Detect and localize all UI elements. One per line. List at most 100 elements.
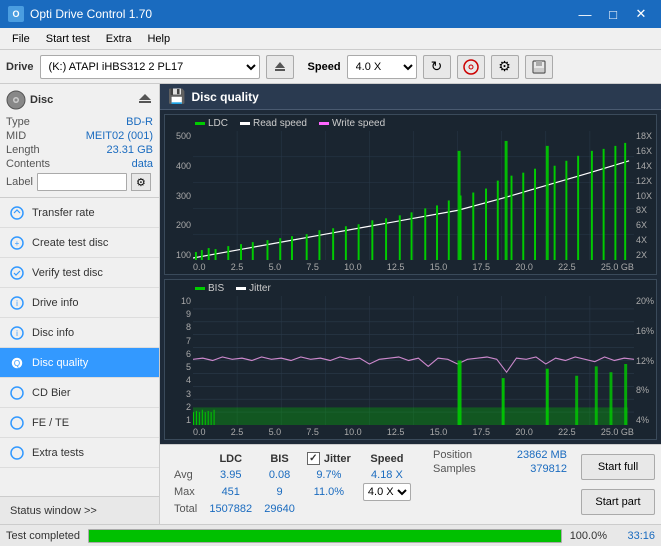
jitter-checkbox[interactable]: ✓ (307, 452, 320, 465)
svg-text:i: i (16, 299, 18, 308)
sidebar-item-verify-test-disc[interactable]: Verify test disc (0, 258, 159, 288)
app-icon: O (8, 6, 24, 22)
stats-table-area: LDC BIS ✓ Jitter Speed (160, 445, 425, 524)
total-label: Total (168, 502, 203, 516)
sidebar-item-create-test-disc[interactable]: + Create test disc (0, 228, 159, 258)
write-speed-legend-dot (319, 122, 329, 125)
jitter-legend-item: Jitter (236, 283, 271, 294)
write-speed-legend-item: Write speed (319, 118, 385, 129)
position-area: Position 23862 MB Samples 379812 (425, 445, 575, 524)
disc-type-value: BD-R (126, 116, 153, 128)
ldc-legend-label: LDC (208, 118, 228, 129)
ldc-chart-svg (193, 131, 634, 260)
title-bar: O Opti Drive Control 1.70 — □ ✕ (0, 0, 661, 28)
disc-length-row: Length 23.31 GB (6, 144, 153, 156)
sidebar-item-extra-tests[interactable]: Extra tests (0, 438, 159, 468)
sidebar-item-disc-info[interactable]: i Disc info (0, 318, 159, 348)
main-layout: Disc Type BD-R MID MEIT02 (001) Length 2… (0, 84, 661, 524)
progress-time: 33:16 (615, 530, 655, 542)
max-jitter: 11.0% (301, 482, 357, 502)
bis-chart: BIS Jitter 10 9 8 7 6 5 4 3 (164, 279, 657, 440)
avg-row: Avg 3.95 0.08 9.7% 4.18 X (168, 468, 417, 482)
maximize-button[interactable]: □ (601, 4, 625, 24)
bis-legend-dot (195, 287, 205, 290)
col-speed-label: Speed (357, 449, 417, 468)
eject-icon (272, 59, 288, 75)
sidebar-item-disc-quality[interactable]: Q Disc quality (0, 348, 159, 378)
disc-mid-value: MEIT02 (001) (86, 130, 153, 142)
disc-section-icon (6, 90, 26, 110)
stats-table: LDC BIS ✓ Jitter Speed (168, 449, 417, 516)
nav-items: Transfer rate + Create test disc Verify … (0, 198, 159, 496)
speed-selector[interactable]: 4.0 X (347, 55, 417, 79)
status-window-label: Status window >> (10, 505, 97, 517)
start-full-button[interactable]: Start full (581, 454, 655, 480)
disc-section: Disc Type BD-R MID MEIT02 (001) Length 2… (0, 84, 159, 198)
max-speed-select[interactable]: 4.0 X (357, 482, 417, 502)
avg-jitter: 9.7% (301, 468, 357, 482)
disc-section-title: Disc (30, 94, 53, 106)
drive-toolbar: Drive (K:) ATAPI iHBS312 2 PL17 Speed 4.… (0, 50, 661, 84)
save-button[interactable] (525, 55, 553, 79)
write-speed-legend-label: Write speed (332, 118, 385, 129)
position-label: Position (433, 449, 472, 461)
col-jitter-check: ✓ Jitter (301, 449, 357, 468)
jitter-label: Jitter (324, 453, 351, 465)
menu-file[interactable]: File (4, 31, 38, 47)
avg-speed: 4.18 X (357, 468, 417, 482)
samples-row: Samples 379812 (433, 463, 567, 475)
disc-icon (463, 59, 479, 75)
read-speed-legend-label: Read speed (253, 118, 307, 129)
menu-start-test[interactable]: Start test (38, 31, 98, 47)
tools-button[interactable]: ⚙ (491, 55, 519, 79)
disc-label-button[interactable]: ⚙ (131, 173, 151, 191)
total-speed (357, 502, 417, 516)
total-ldc: 1507882 (203, 502, 258, 516)
svg-text:i: i (16, 329, 18, 338)
ldc-chart-legend: LDC Read speed Write speed (195, 118, 385, 129)
sidebar-item-transfer-rate[interactable]: Transfer rate (0, 198, 159, 228)
sidebar-item-verify-test-disc-label: Verify test disc (32, 267, 103, 279)
refresh-button[interactable]: ↻ (423, 55, 451, 79)
samples-label: Samples (433, 463, 476, 475)
avg-label: Avg (168, 468, 203, 482)
ldc-y-axis: 500 400 300 200 100 (165, 131, 193, 260)
bis-legend-label: BIS (208, 283, 224, 294)
samples-value: 379812 (530, 463, 567, 475)
sidebar-item-fe-te[interactable]: FE / TE (0, 408, 159, 438)
disc-eject-icon (137, 92, 153, 108)
disc-type-label: Type (6, 116, 30, 128)
total-row: Total 1507882 29640 (168, 502, 417, 516)
speed-select[interactable]: 4.0 X (363, 483, 411, 501)
ldc-chart: LDC Read speed Write speed 500 400 300 (164, 114, 657, 275)
col-ldc: LDC (203, 449, 258, 468)
jitter-legend-dot (236, 287, 246, 290)
jitter-checkbox-area: ✓ Jitter (307, 450, 351, 467)
progress-bar-fill (89, 530, 561, 542)
start-part-button[interactable]: Start part (581, 489, 655, 515)
menu-help[interactable]: Help (139, 31, 178, 47)
drive-selector[interactable]: (K:) ATAPI iHBS312 2 PL17 (40, 55, 260, 79)
sidebar-item-create-test-disc-label: Create test disc (32, 237, 108, 249)
sidebar-item-disc-quality-label: Disc quality (32, 357, 88, 369)
minimize-button[interactable]: — (573, 4, 597, 24)
speed-label: Speed (308, 61, 341, 73)
col-empty (168, 449, 203, 468)
menu-extra[interactable]: Extra (98, 31, 140, 47)
close-button[interactable]: ✕ (629, 4, 653, 24)
status-window-button[interactable]: Status window >> (0, 496, 159, 524)
ldc-legend-dot (195, 122, 205, 125)
stats-area: LDC BIS ✓ Jitter Speed (160, 444, 661, 524)
sidebar-item-drive-info[interactable]: i Drive info (0, 288, 159, 318)
sidebar-item-drive-info-label: Drive info (32, 297, 78, 309)
disc-label-input[interactable] (37, 173, 127, 191)
sidebar-item-cd-bier[interactable]: CD Bier (0, 378, 159, 408)
sidebar-item-fe-te-label: FE / TE (32, 417, 69, 429)
eject-button[interactable] (266, 55, 294, 79)
bis-legend-item: BIS (195, 283, 224, 294)
progress-percent: 100.0% (570, 530, 607, 542)
app-title: Opti Drive Control 1.70 (30, 7, 152, 21)
disc-button[interactable] (457, 55, 485, 79)
position-value: 23862 MB (517, 449, 567, 461)
svg-text:Q: Q (14, 359, 20, 368)
